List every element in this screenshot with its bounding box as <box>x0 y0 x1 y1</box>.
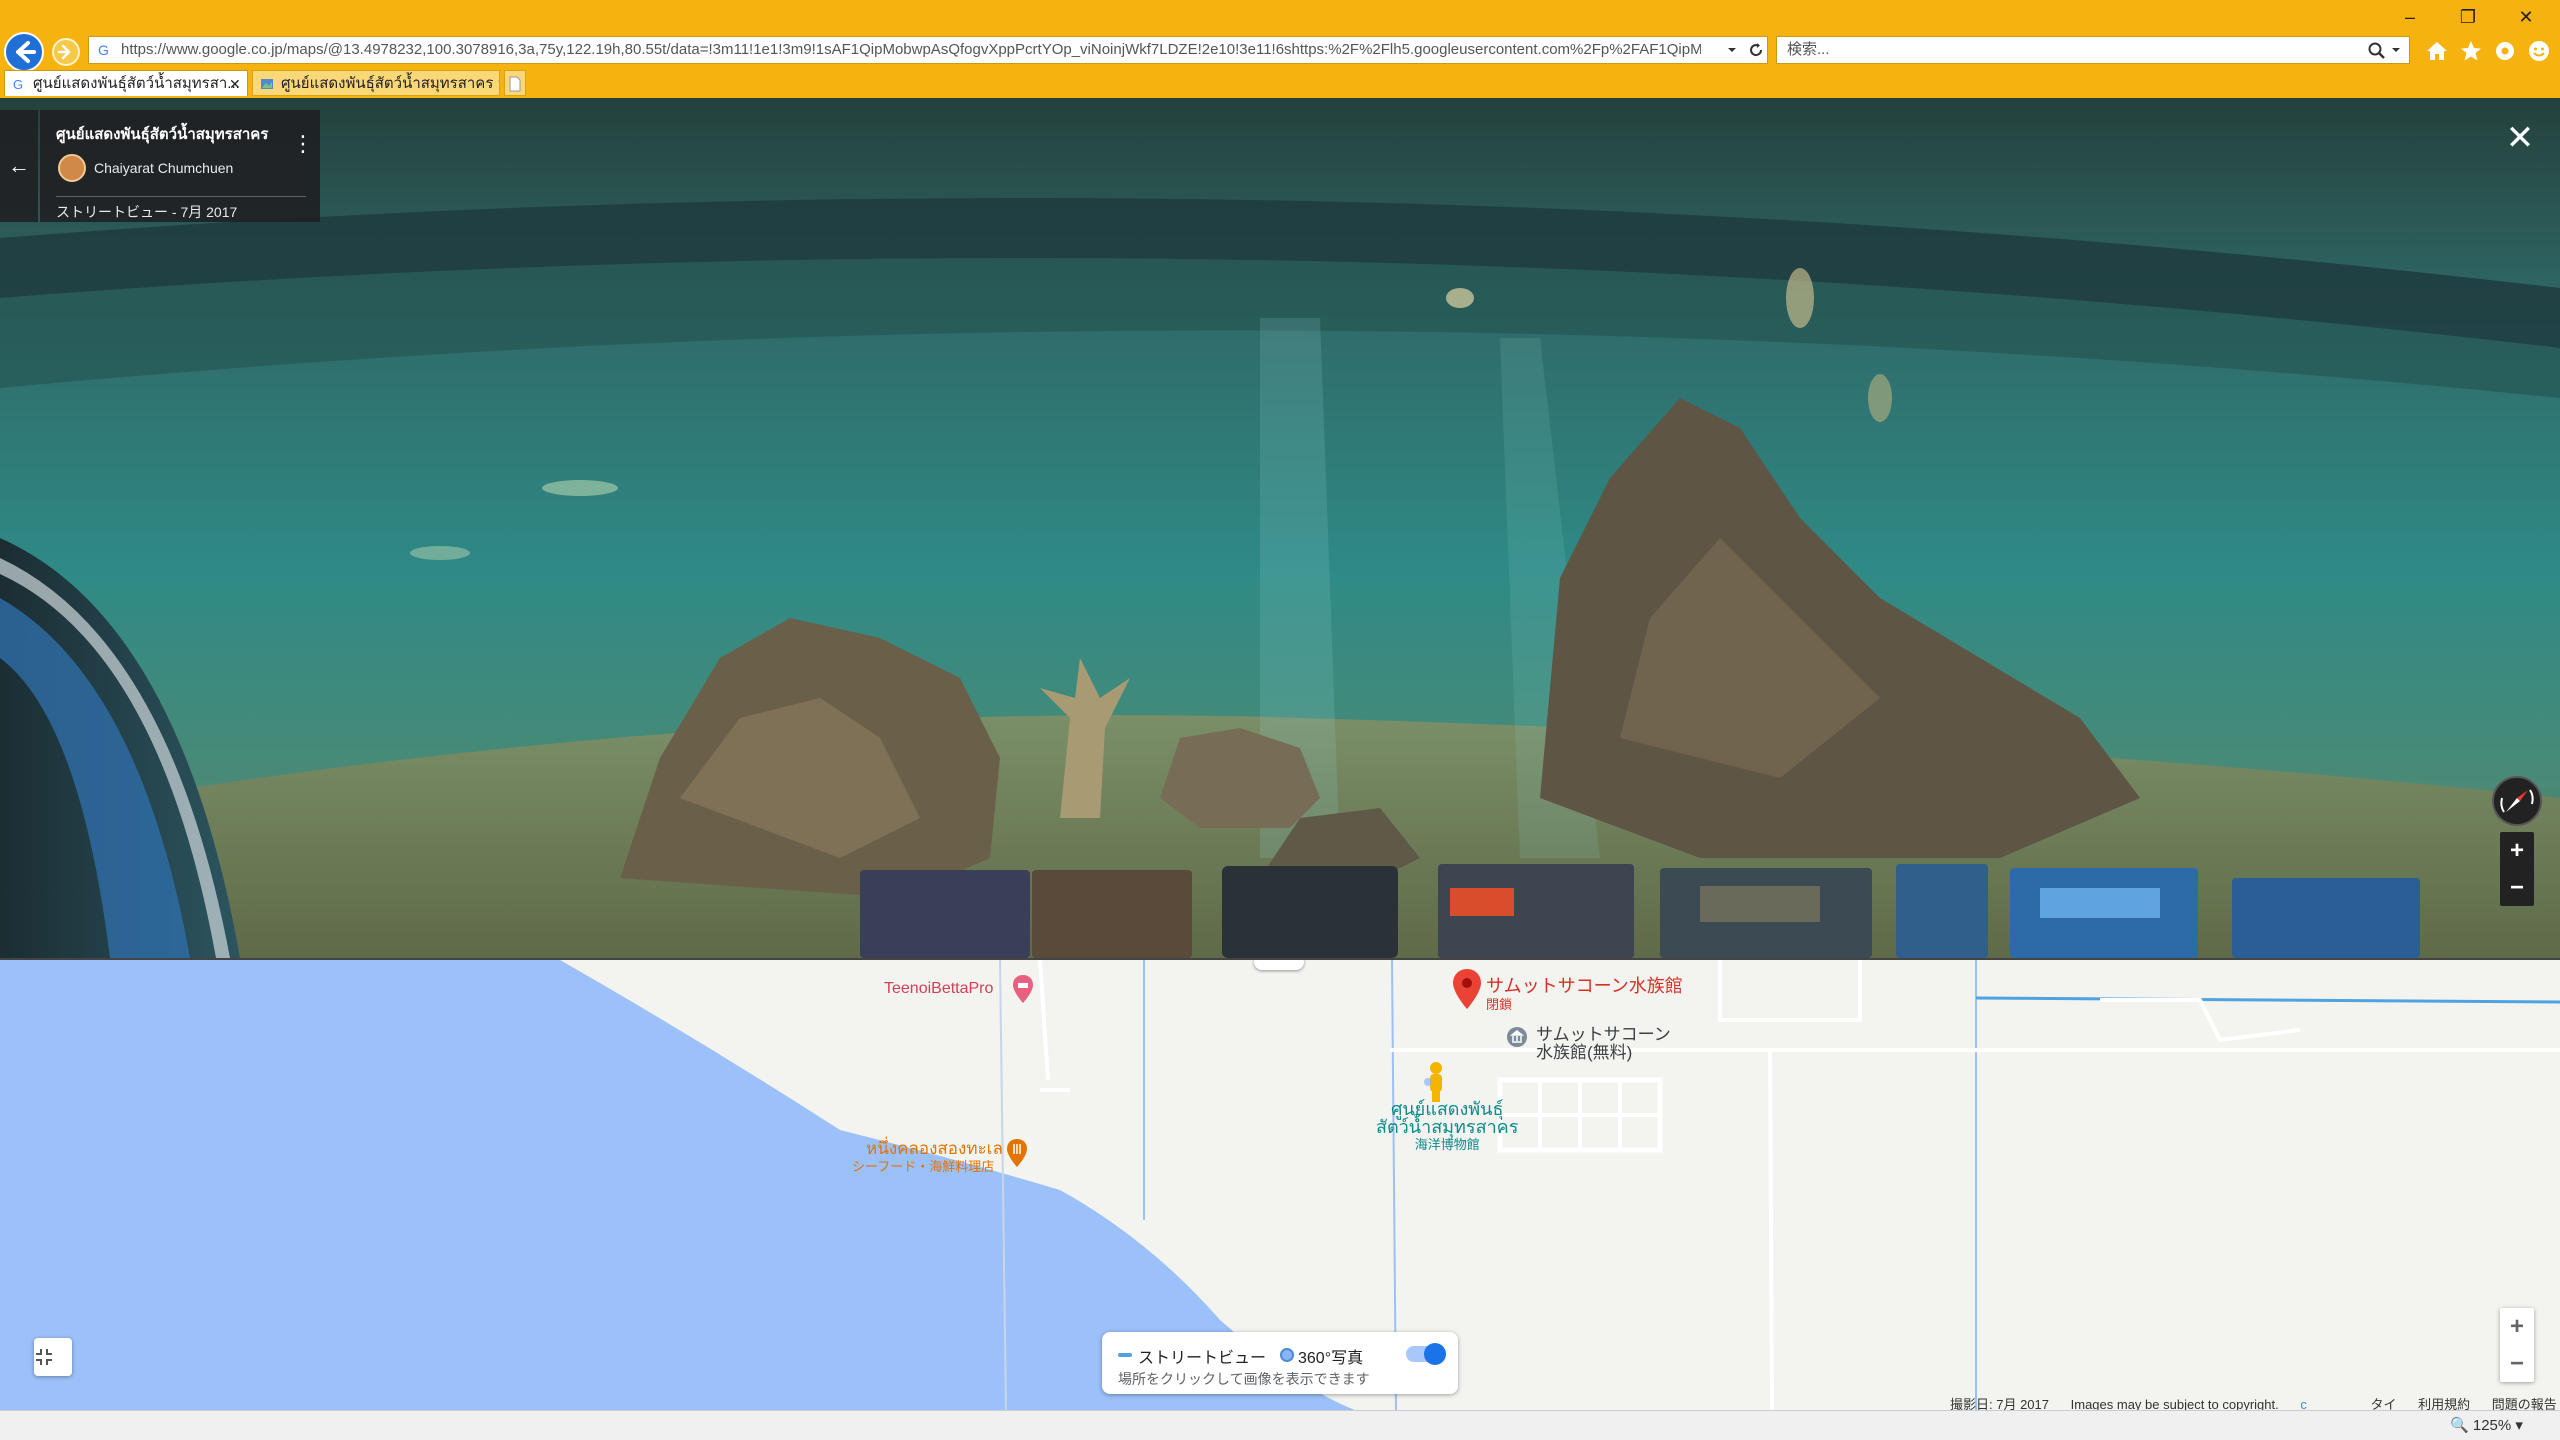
star-icon[interactable] <box>2458 38 2484 64</box>
back-button[interactable] <box>4 32 44 72</box>
image-favicon-icon <box>261 79 273 89</box>
compass-needle-icon <box>2500 789 2534 813</box>
toggle-knob <box>1424 1343 1446 1365</box>
place-title[interactable]: ศูนย์แสดงพันธุ์สัตว์น้ำสมุทรสาคร <box>56 122 268 146</box>
place-aquarium-free[interactable]: サムットサコーン 水族館(無料) <box>1536 1026 1671 1062</box>
report-problem-link[interactable]: 問題の報告 <box>2492 1397 2557 1410</box>
zoom-out-button[interactable]: − <box>2500 1345 2534 1382</box>
dropdown-icon[interactable] <box>1725 43 1739 57</box>
tab-image[interactable]: ศูนย์แสดงพันธุ์สัตว์น้ำสมุทรสาคร สม... <box>252 70 500 96</box>
streetview-panorama[interactable]: ← ศูนย์แสดงพันธุ์สัตว์น้ำสมุทรสาคร ⋮ Cha… <box>0 98 2560 958</box>
new-tab-icon <box>509 76 521 92</box>
map-zoom-control: + − <box>2500 1308 2534 1382</box>
close-tab-icon[interactable]: ✕ <box>229 71 241 96</box>
legend-streetview-label: ストリートビュー <box>1138 1350 1267 1367</box>
copyright-notice: Images may be subject to copyright. <box>2070 1397 2279 1410</box>
photo360-dot-icon <box>1280 1348 1294 1362</box>
zoom-level[interactable]: 🔍 125% ▾ <box>2450 1416 2523 1434</box>
tab-strip: G ศูนย์แสดงพันธุ์สัตว์น้ำสมุทรสา... ✕ ศู… <box>0 70 2560 98</box>
collapse-map-button[interactable] <box>34 1338 72 1376</box>
place-name-line1: サムットサコーン <box>1536 1025 1671 1044</box>
author-name[interactable]: Chaiyarat Chumchuen <box>94 160 233 176</box>
place-name-line2: 水族館(無料) <box>1536 1043 1633 1062</box>
streetview-zoom-control: + − <box>2500 832 2534 906</box>
search-placeholder: 検索... <box>1787 41 1830 58</box>
zoom-in-button[interactable]: + <box>2500 1308 2534 1345</box>
url-text: https://www.google.co.jp/maps/@13.497823… <box>121 41 1701 58</box>
streetview-layer-card: ストリートビュー 360°写真 場所をクリックして画像を表示できます <box>1102 1332 1458 1394</box>
tab-label: ศูนย์แสดงพันธุ์สัตว์น้ำสมุทรสา... <box>33 75 240 92</box>
minimize-icon[interactable]: – <box>2396 6 2424 28</box>
more-options-icon[interactable]: ⋮ <box>292 133 314 158</box>
magnifier-icon: 🔍 <box>2450 1417 2469 1434</box>
google-favicon-icon: G <box>13 77 23 92</box>
new-tab-button[interactable] <box>504 70 526 96</box>
place-name: TeenoiBettaPro <box>884 980 994 997</box>
place-teenoibettapro[interactable]: TeenoiBettaPro <box>884 980 993 998</box>
terms-link[interactable]: 利用規約 <box>2418 1397 2470 1410</box>
zoom-in-button[interactable]: + <box>2500 832 2534 869</box>
restore-icon[interactable]: ❐ <box>2454 6 2482 28</box>
hotel-pin-icon[interactable] <box>1012 974 1034 1004</box>
place-category: シーフード・海鮮料理店 <box>852 1159 995 1174</box>
svg-text:G: G <box>98 42 109 58</box>
divider <box>56 196 306 197</box>
home-icon[interactable] <box>2424 38 2450 64</box>
arrow-right-icon <box>57 44 71 60</box>
capture-date-footer: 撮影日: 7月 2017 <box>1950 1397 2049 1410</box>
status-bar: 🔍 125% ▾ <box>0 1410 2560 1440</box>
pegman-icon[interactable] <box>1418 1060 1454 1104</box>
place-aquarium-closed[interactable]: サムットサコーン水族館 <box>1486 972 1683 998</box>
region-link[interactable]: タイ <box>2370 1397 2396 1410</box>
google-logo-icon: c <box>2300 1397 2307 1410</box>
capture-date: ストリートビュー - 7月 2017 <box>56 204 238 220</box>
search-input[interactable]: 検索... <box>1776 36 2410 64</box>
collapse-icon <box>36 1349 52 1365</box>
tab-label: ศูนย์แสดงพันธุ์สัตว์น้ำสมุทรสาคร สม... <box>281 75 499 92</box>
compass-icon[interactable] <box>2492 776 2542 826</box>
search-icon[interactable] <box>2367 41 2387 61</box>
legend-360-label: 360°写真 <box>1298 1350 1364 1367</box>
streetview-line-icon <box>1118 1353 1132 1357</box>
gear-icon[interactable] <box>2492 38 2518 64</box>
place-seafood-restaurant[interactable]: หนึ่งคลองสองทะเล シーフード・海鮮料理店 <box>852 1140 1003 1176</box>
red-location-pin-icon[interactable] <box>1452 968 1482 1010</box>
zoom-value: 125% <box>2472 1417 2512 1434</box>
place-name-line1: ศูนย์แสดงพันธุ์ <box>1390 1099 1504 1119</box>
tab-streetview-active[interactable]: G ศูนย์แสดงพันธุ์สัตว์น้ำสมุทรสา... ✕ <box>4 70 248 96</box>
close-window-icon[interactable]: ✕ <box>2512 6 2540 28</box>
arrow-left-icon: ← <box>8 153 30 178</box>
restaurant-pin-icon[interactable] <box>1006 1138 1028 1168</box>
aquarium-photo <box>0 98 2560 958</box>
svg-text:G: G <box>13 77 23 92</box>
close-icon[interactable]: ✕ <box>2500 118 2540 158</box>
avatar[interactable] <box>58 154 86 182</box>
panel-resize-handle[interactable] <box>1254 960 1304 970</box>
address-bar[interactable]: G https://www.google.co.jp/maps/@13.4978… <box>88 36 1768 64</box>
minimap[interactable]: TeenoiBettaPro サムットサコーン水族館 閉鎖 サムットサコーン 水… <box>0 958 2560 1410</box>
browser-chrome: – ❐ ✕ G https://www.google.co.jp/maps/@1… <box>0 0 2560 98</box>
place-name: หนึ่งคลองสองทะเล <box>866 1139 1003 1158</box>
streetview-info-card: ศูนย์แสดงพันธุ์สัตว์น้ำสมุทรสาคร ⋮ Chaiy… <box>40 110 320 222</box>
refresh-icon[interactable] <box>1747 41 1765 59</box>
place-marine-museum[interactable]: ศูนย์แสดงพันธุ์ สัตว์น้ำสมุทรสาคร 海洋博物館 <box>1376 1100 1518 1154</box>
arrow-left-icon <box>16 41 36 63</box>
forward-button[interactable] <box>52 38 80 66</box>
google-favicon-icon: G <box>98 42 109 58</box>
chevron-down-icon: ▾ <box>2515 1417 2523 1434</box>
museum-pin-icon[interactable] <box>1506 1026 1528 1048</box>
map-footer: 撮影日: 7月 2017 Images may be subject to co… <box>1950 1394 2560 1410</box>
place-name: サムットサコーン水族館 <box>1486 976 1683 996</box>
back-to-map-button[interactable]: ← <box>0 110 38 222</box>
zoom-out-button[interactable]: − <box>2500 869 2534 906</box>
legend-hint: 場所をクリックして画像を表示できます <box>1118 1371 1370 1387</box>
place-status: 閉鎖 <box>1486 997 1513 1012</box>
dropdown-icon[interactable] <box>2389 43 2403 57</box>
streetview-layer-toggle[interactable] <box>1406 1343 1446 1365</box>
place-name-line2: สัตว์น้ำสมุทรสาคร <box>1376 1117 1519 1137</box>
smiley-icon[interactable] <box>2526 38 2552 64</box>
place-category: 海洋博物館 <box>1414 1137 1480 1152</box>
